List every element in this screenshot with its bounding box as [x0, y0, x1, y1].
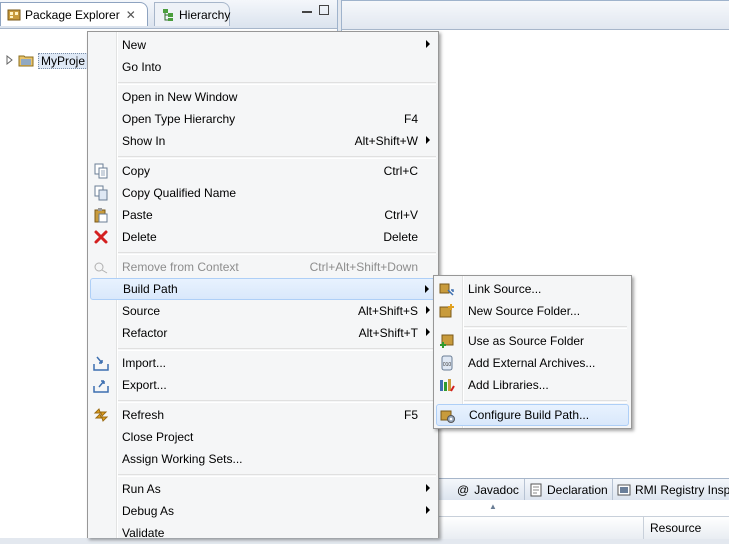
declaration-icon — [529, 483, 543, 498]
menu-separator — [464, 326, 627, 329]
minimize-icon[interactable] — [302, 6, 312, 16]
editor-tabbar — [342, 1, 729, 30]
submenu-arrow-icon — [426, 306, 430, 314]
menu-item-build-path[interactable]: Build Path — [90, 278, 436, 300]
tab-package-explorer-label: Package Explorer — [25, 7, 120, 22]
package-explorer-icon — [7, 7, 21, 22]
rmi-registry-icon — [617, 483, 631, 498]
at-icon: @ — [457, 483, 470, 497]
maximize-icon[interactable] — [319, 5, 329, 15]
sort-ascending-icon: ▲ — [489, 502, 497, 511]
configure-build-path-icon — [440, 408, 456, 424]
tab-javadoc[interactable]: @ Javadoc — [453, 479, 525, 501]
menu-item-validate[interactable]: Validate — [90, 522, 436, 544]
menu-item-new-source-folder[interactable]: New Source Folder... — [436, 300, 629, 322]
export-icon — [93, 377, 109, 393]
menu-item-delete[interactable]: Delete Delete — [90, 226, 436, 248]
menu-separator — [118, 156, 436, 159]
link-source-icon — [439, 281, 455, 297]
new-source-folder-icon — [439, 303, 455, 319]
menu-item-source[interactable]: Source Alt+Shift+S — [90, 300, 436, 322]
tab-javadoc-label: Javadoc — [474, 483, 519, 497]
tab-declaration[interactable]: Declaration — [525, 479, 613, 501]
use-as-source-folder-icon — [439, 333, 455, 349]
submenu-arrow-icon — [426, 136, 430, 144]
table-header: Resource — [433, 516, 729, 539]
build-path-submenu: Link Source... New Source Folder... Use … — [433, 275, 632, 429]
jar-archive-icon: 010 — [439, 355, 455, 371]
bottom-tabbar: @ Javadoc Declaration RMI Registry Inspe — [433, 478, 729, 502]
menu-item-export[interactable]: Export... — [90, 374, 436, 396]
menu-separator — [118, 474, 436, 477]
menu-item-run-as[interactable]: Run As — [90, 478, 436, 500]
project-folder-icon — [18, 53, 34, 70]
delete-icon — [93, 229, 109, 245]
tab-hierarchy[interactable]: Hierarchy — [154, 2, 230, 26]
close-icon[interactable]: ✕ — [126, 8, 136, 22]
menu-item-add-external-archives[interactable]: 010 Add External Archives... — [436, 352, 629, 374]
menu-item-remove-from-context[interactable]: Remove from Context Ctrl+Alt+Shift+Down — [90, 256, 436, 278]
menu-item-show-in[interactable]: Show In Alt+Shift+W — [90, 130, 436, 152]
context-menu: New Go Into Open in New Window Open Type… — [87, 31, 439, 540]
copy-qualified-name-icon — [93, 185, 109, 201]
hierarchy-icon — [161, 7, 175, 22]
menu-item-go-into[interactable]: Go Into — [90, 56, 436, 78]
bottom-table: ▲ Resource — [433, 500, 729, 539]
paste-icon — [93, 207, 109, 223]
menu-separator — [464, 400, 627, 403]
tab-declaration-label: Declaration — [547, 483, 608, 497]
menu-item-copy[interactable]: Copy Ctrl+C — [90, 160, 436, 182]
refresh-icon — [93, 407, 109, 423]
menu-item-add-libraries[interactable]: Add Libraries... — [436, 374, 629, 396]
menu-item-copy-qualified-name[interactable]: Copy Qualified Name — [90, 182, 436, 204]
menu-item-paste[interactable]: Paste Ctrl+V — [90, 204, 436, 226]
remove-context-icon — [93, 259, 109, 275]
tab-hierarchy-label: Hierarchy — [179, 7, 231, 22]
menu-item-use-as-source-folder[interactable]: Use as Source Folder — [436, 330, 629, 352]
submenu-arrow-icon — [425, 285, 429, 293]
menu-item-configure-build-path[interactable]: Configure Build Path... — [436, 404, 629, 426]
tab-package-explorer[interactable]: Package Explorer ✕ — [0, 2, 148, 26]
libraries-icon — [439, 377, 455, 393]
menu-item-new[interactable]: New — [90, 34, 436, 56]
column-resource[interactable]: Resource — [643, 517, 701, 539]
submenu-arrow-icon — [426, 484, 430, 492]
tab-rmi-registry[interactable]: RMI Registry Inspe — [613, 479, 729, 501]
menu-item-refactor[interactable]: Refactor Alt+Shift+T — [90, 322, 436, 344]
menu-separator — [118, 82, 436, 85]
menu-separator — [118, 348, 436, 351]
menu-item-close-project[interactable]: Close Project — [90, 426, 436, 448]
svg-text:010: 010 — [443, 362, 452, 368]
menu-item-assign-working-sets[interactable]: Assign Working Sets... — [90, 448, 436, 470]
menu-item-link-source[interactable]: Link Source... — [436, 278, 629, 300]
submenu-arrow-icon — [426, 40, 430, 48]
menu-item-debug-as[interactable]: Debug As — [90, 500, 436, 522]
copy-icon — [93, 163, 109, 179]
menu-item-refresh[interactable]: Refresh F5 — [90, 404, 436, 426]
package-explorer-tabbar: Package Explorer ✕ Hierarchy — [0, 0, 337, 29]
submenu-arrow-icon — [426, 506, 430, 514]
submenu-arrow-icon — [426, 328, 430, 336]
menu-item-open-new-window[interactable]: Open in New Window — [90, 86, 436, 108]
tree-item-label: MyProje — [38, 53, 89, 69]
import-icon — [93, 355, 109, 371]
menu-separator — [118, 400, 436, 403]
tree-item-project[interactable]: MyProje — [6, 52, 89, 70]
menu-item-import[interactable]: Import... — [90, 352, 436, 374]
menu-separator — [118, 252, 436, 255]
expand-arrow-icon[interactable] — [6, 54, 14, 68]
menu-item-open-type-hierarchy[interactable]: Open Type Hierarchy F4 — [90, 108, 436, 130]
tab-rmi-registry-label: RMI Registry Inspe — [635, 483, 729, 497]
